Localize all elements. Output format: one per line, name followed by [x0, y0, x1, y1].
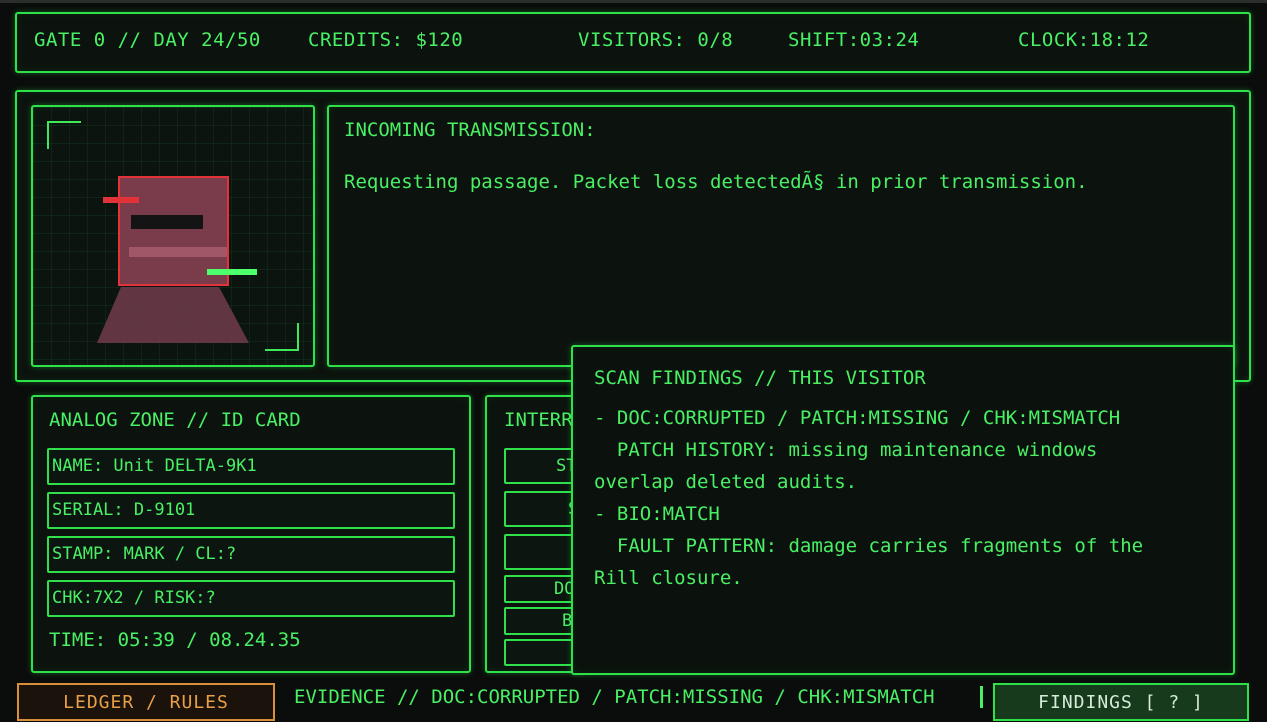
scan-findings-text: SCAN FINDINGS // THIS VISITOR - DOC:CORR… — [594, 362, 1144, 589]
interrogation-panel: INTERR ST S DO B — [485, 395, 585, 673]
id-chk-field[interactable]: CHK:7X2 / RISK:? — [47, 580, 455, 617]
visitor-body — [97, 287, 249, 343]
shift-readout: SHIFT:03:24 — [788, 29, 920, 51]
visitor-head — [118, 176, 229, 286]
finding-line-3: overlap deleted audits. — [594, 471, 858, 493]
top-edge — [0, 0, 1267, 3]
visitor-portrait — [31, 105, 315, 367]
evidence-readout: EVIDENCE // DOC:CORRUPTED / PATCH:MISSIN… — [294, 686, 935, 708]
finding-line-6: Rill closure. — [594, 567, 743, 589]
finding-line-4: - BIO:MATCH — [594, 503, 720, 525]
id-card-title: ANALOG ZONE // ID CARD — [49, 409, 301, 431]
scan-findings-title: SCAN FINDINGS // THIS VISITOR — [594, 367, 926, 389]
id-serial-field[interactable]: SERIAL: D-9101 — [47, 492, 455, 529]
visitor-glitch-green — [207, 269, 257, 275]
transmission-title: INCOMING TRANSMISSION: — [344, 119, 596, 141]
transmission-message: Requesting passage. Packet loss detected… — [344, 171, 1088, 193]
text-cursor — [980, 686, 983, 708]
visitor-visor — [131, 215, 203, 229]
id-stamp-field[interactable]: STAMP: MARK / CL:? — [47, 536, 455, 573]
finding-line-5: FAULT PATTERN: damage carries fragments … — [594, 535, 1144, 557]
id-name-field[interactable]: NAME: Unit DELTA-9K1 — [47, 448, 455, 485]
id-card-panel: ANALOG ZONE // ID CARD NAME: Unit DELTA-… — [31, 395, 471, 673]
visitor-glitch-red — [103, 197, 139, 203]
visitor-glitch-band — [129, 247, 227, 257]
id-time-readout: TIME: 05:39 / 08.24.35 — [49, 629, 301, 651]
interrogation-title: INTERR — [504, 409, 573, 431]
transmission-panel: INCOMING TRANSMISSION: Requesting passag… — [327, 105, 1235, 367]
findings-button[interactable]: FINDINGS [ ? ] — [993, 683, 1249, 721]
visitors-readout: VISITORS: 0/8 — [578, 29, 734, 51]
credits-readout: CREDITS: $120 — [308, 29, 464, 51]
visitor-avatar — [97, 176, 257, 343]
gate-day-readout: GATE 0 // DAY 24/50 — [34, 29, 261, 51]
finding-line-2: PATCH HISTORY: missing maintenance windo… — [594, 439, 1098, 461]
scan-findings-popup: SCAN FINDINGS // THIS VISITOR - DOC:CORR… — [571, 345, 1235, 675]
ledger-rules-button[interactable]: LEDGER / RULES — [17, 683, 275, 721]
clock-readout: CLOCK:18:12 — [1018, 29, 1150, 51]
status-bar: GATE 0 // DAY 24/50 CREDITS: $120 VISITO… — [15, 12, 1251, 73]
finding-line-1: - DOC:CORRUPTED / PATCH:MISSING / CHK:MI… — [594, 407, 1121, 429]
game-screen: GATE 0 // DAY 24/50 CREDITS: $120 VISITO… — [0, 0, 1267, 722]
